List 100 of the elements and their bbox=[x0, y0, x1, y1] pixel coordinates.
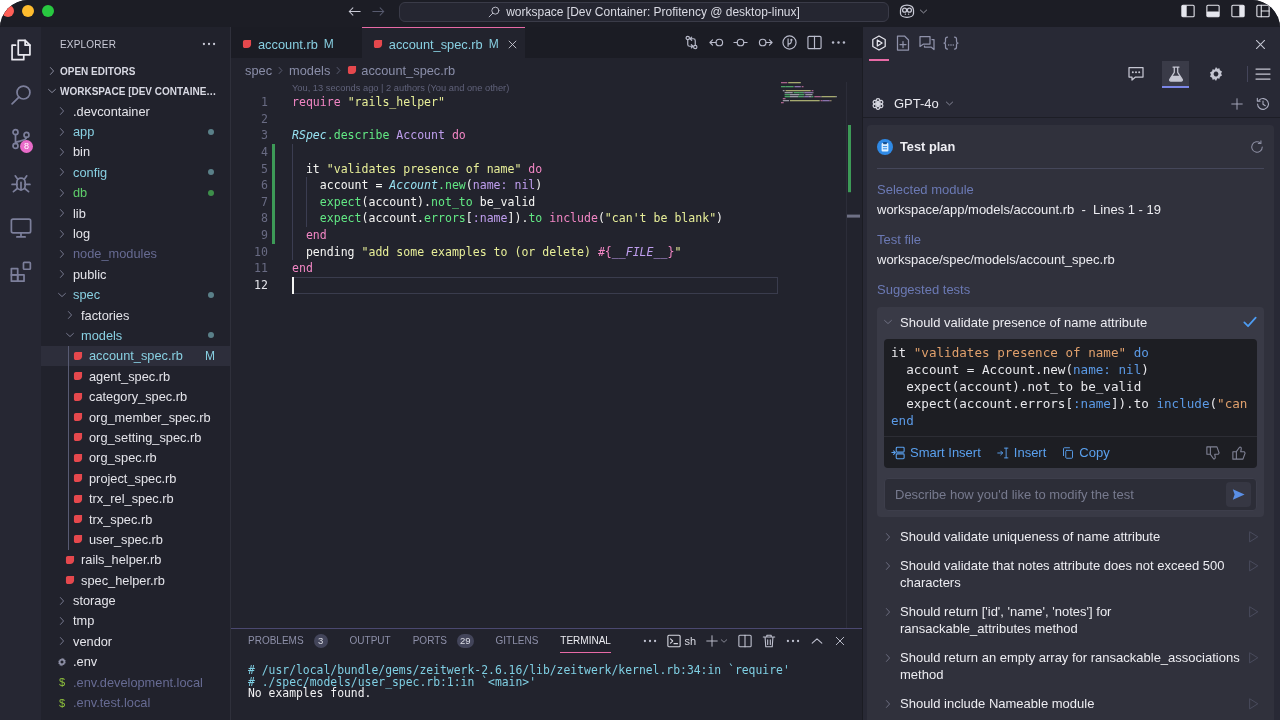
tree-item[interactable]: bin bbox=[41, 141, 230, 163]
model-picker[interactable]: GPT-4o bbox=[894, 96, 939, 111]
tree-item[interactable]: models bbox=[41, 325, 230, 346]
tree-item[interactable]: trx_spec.rb bbox=[41, 508, 230, 530]
tree-item[interactable]: factories bbox=[41, 304, 230, 326]
search-icon[interactable] bbox=[9, 83, 32, 106]
field-value: workspace/app/models/account.rb - Lines 1 - 19 bbox=[877, 201, 1162, 218]
tree-item[interactable]: agent_spec.rb bbox=[41, 366, 230, 387]
tree-item[interactable]: public bbox=[41, 264, 230, 285]
breadcrumb[interactable]: account_spec.rb bbox=[361, 62, 456, 78]
source-control-icon[interactable] bbox=[9, 127, 32, 150]
ruby-file-icon bbox=[73, 432, 83, 443]
tree-item[interactable]: trx_rel_spec.rb bbox=[41, 488, 230, 509]
line-number: 11 bbox=[253, 260, 268, 278]
panel-tab[interactable]: PROBLEMS 3 bbox=[248, 629, 328, 653]
editor-tab[interactable]: account_spec.rb M bbox=[361, 27, 525, 58]
line-number: 8 bbox=[260, 210, 268, 228]
layout-icon[interactable] bbox=[1256, 4, 1270, 18]
tree-item[interactable]: spec bbox=[41, 284, 230, 305]
bot-face-icon[interactable] bbox=[899, 3, 915, 19]
test-item[interactable]: Should validate uniqueness of name attribute bbox=[877, 522, 1264, 551]
plus-icon[interactable] bbox=[1231, 97, 1243, 110]
branch-circle-icon[interactable] bbox=[782, 35, 797, 50]
back-arrow-icon[interactable] bbox=[348, 5, 361, 18]
window-zoom-button[interactable] bbox=[42, 5, 54, 17]
breadcrumb[interactable]: spec bbox=[245, 62, 273, 78]
insert-button[interactable]: Insert bbox=[996, 445, 1047, 460]
status-dot bbox=[208, 189, 214, 196]
section-header[interactable]: OPEN EDITORS bbox=[41, 61, 230, 81]
section-header[interactable]: WORKSPACE [DEV CONTAINE… bbox=[41, 81, 230, 101]
tree-item[interactable]: spec_helper.rb bbox=[41, 570, 230, 591]
send-button[interactable] bbox=[1226, 482, 1251, 507]
plus-icon[interactable] bbox=[706, 635, 718, 647]
mode-tab[interactable] bbox=[1162, 61, 1189, 88]
tree-item[interactable]: org_spec.rb bbox=[41, 447, 230, 469]
settings-icon bbox=[1207, 65, 1224, 82]
trash-icon[interactable] bbox=[762, 634, 776, 648]
history-icon[interactable] bbox=[1256, 96, 1270, 111]
test-item[interactable]: Should validate presence of name attribute bbox=[884, 307, 1257, 337]
tree-item[interactable]: project_spec.rb bbox=[41, 468, 230, 489]
panel-title: EXPLORER bbox=[60, 38, 117, 50]
chevron-down-icon[interactable] bbox=[919, 6, 928, 16]
chevron-down-icon[interactable] bbox=[720, 637, 728, 645]
tree-item[interactable]: app bbox=[41, 121, 230, 142]
compare-icon[interactable] bbox=[684, 35, 699, 50]
test-item[interactable]: Should validate that notes attribute does not exceed 500 characters bbox=[877, 551, 1264, 597]
tree-item[interactable]: tmp bbox=[41, 610, 230, 632]
tree-item[interactable]: org_setting_spec.rb bbox=[41, 427, 230, 448]
clipboard-icon bbox=[877, 138, 893, 155]
tree-item[interactable]: vendor bbox=[41, 631, 230, 652]
ruby-file-icon bbox=[73, 412, 83, 423]
field-label: Selected module bbox=[877, 181, 975, 198]
menu-icon[interactable] bbox=[1255, 66, 1271, 82]
editor-tab[interactable]: account.rb M bbox=[231, 27, 362, 58]
panel-tab[interactable]: OUTPUT bbox=[349, 629, 391, 653]
tree-item[interactable]: log bbox=[41, 223, 230, 244]
bottom-panel-icon[interactable] bbox=[1206, 4, 1220, 18]
command-center[interactable]: workspace [Dev Container: Profitency @ desktop-linux] bbox=[399, 2, 889, 22]
copy-button[interactable]: Copy bbox=[1062, 445, 1110, 460]
tree-item[interactable]: lib bbox=[41, 202, 230, 224]
monitor-icon[interactable] bbox=[9, 216, 32, 239]
left-panel-icon[interactable] bbox=[1181, 4, 1195, 18]
thumbs-up-icon[interactable] bbox=[1232, 445, 1246, 460]
panel-tab[interactable]: GITLENS bbox=[495, 629, 539, 653]
tree-item[interactable]: category_spec.rb bbox=[41, 386, 230, 407]
tree-item[interactable]: db bbox=[41, 182, 230, 203]
tree-item[interactable]: .env bbox=[41, 651, 230, 672]
tree-item[interactable]: user_spec.rb bbox=[41, 529, 230, 550]
tree-item[interactable]: $ .env.test.local bbox=[41, 692, 230, 713]
ruby-file-icon bbox=[347, 65, 358, 75]
tree-item[interactable]: config bbox=[41, 162, 230, 183]
extensions-icon[interactable] bbox=[9, 261, 32, 284]
bug-icon[interactable] bbox=[9, 172, 32, 195]
terminal-line: No examples found. bbox=[248, 688, 372, 700]
tree-item[interactable]: .devcontainer bbox=[41, 101, 230, 122]
panel-tab[interactable]: PORTS 29 bbox=[412, 629, 474, 653]
terminal-selector[interactable]: sh bbox=[667, 634, 696, 648]
right-panel-icon[interactable] bbox=[1231, 4, 1245, 18]
close-icon[interactable] bbox=[1254, 37, 1267, 51]
thumbs-down-icon[interactable] bbox=[1206, 445, 1220, 460]
tree-item[interactable]: rails_helper.rb bbox=[41, 549, 230, 570]
tree-item[interactable]: account_spec.rb M bbox=[41, 345, 230, 367]
test-item[interactable]: Should include Nameable module bbox=[877, 689, 1264, 718]
split-editor-icon[interactable] bbox=[806, 35, 822, 50]
arrow-text-cursor-icon bbox=[996, 446, 1009, 459]
smart-insert-button[interactable]: Smart Insert bbox=[891, 445, 981, 460]
tree-item[interactable]: $ .env.development.local bbox=[41, 671, 230, 693]
tree-item[interactable]: org_member_spec.rb bbox=[41, 406, 230, 428]
test-item[interactable]: Should return ['id', 'name', 'notes'] for ransackable_attributes method bbox=[877, 597, 1264, 643]
close-icon[interactable] bbox=[506, 38, 518, 50]
close-icon[interactable] bbox=[834, 635, 846, 647]
files-icon[interactable] bbox=[9, 39, 32, 62]
breadcrumb[interactable]: models bbox=[289, 62, 331, 78]
tree-item[interactable]: storage bbox=[41, 590, 230, 611]
panel-tab[interactable]: TERMINAL bbox=[560, 629, 611, 653]
window-close-button[interactable] bbox=[2, 5, 14, 17]
refresh-icon[interactable] bbox=[1250, 139, 1264, 154]
test-item[interactable]: Should return an empty array for ransackable_associations method bbox=[877, 643, 1264, 689]
window-minimize-button[interactable] bbox=[22, 5, 34, 17]
split-terminal-icon[interactable] bbox=[738, 634, 752, 648]
